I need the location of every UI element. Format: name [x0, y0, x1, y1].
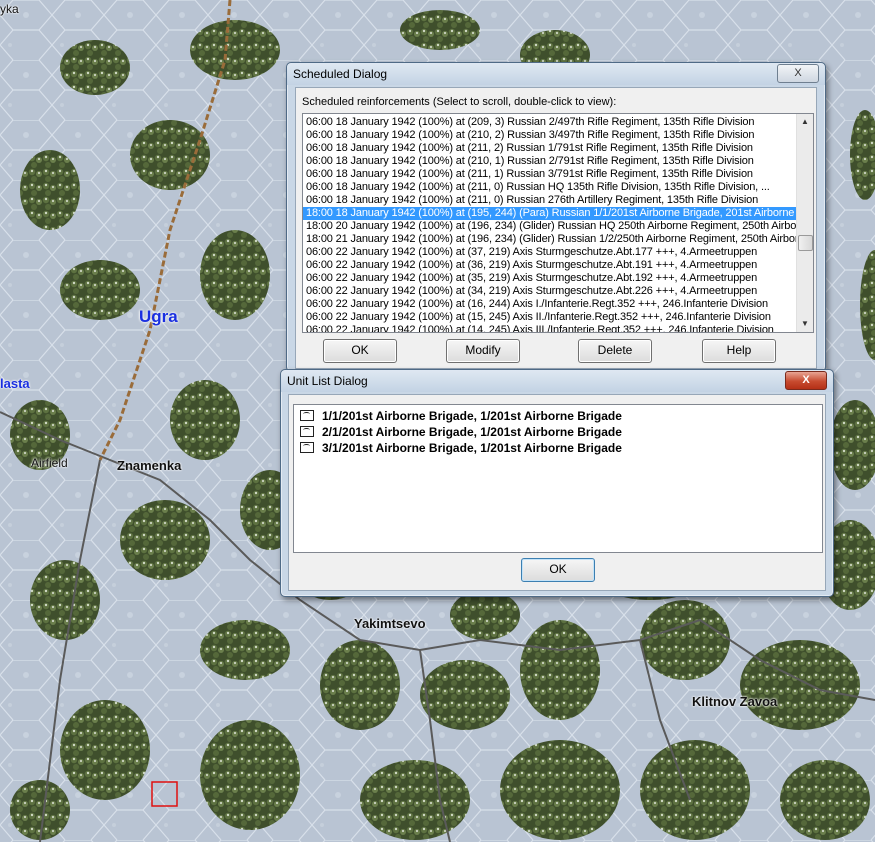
- ok-button[interactable]: OK: [323, 339, 397, 363]
- reinforcement-listbox[interactable]: 06:00 18 January 1942 (100%) at (209, 3)…: [302, 113, 814, 333]
- airborne-unit-icon: [300, 410, 314, 421]
- reinforcement-row[interactable]: 06:00 22 January 1942 (100%) at (16, 244…: [303, 298, 796, 311]
- airborne-unit-icon: [300, 426, 314, 437]
- modify-button[interactable]: Modify: [446, 339, 520, 363]
- map-label-yka: yka: [0, 2, 19, 16]
- scroll-down-icon[interactable]: ▼: [797, 316, 813, 332]
- reinforcement-row[interactable]: 06:00 22 January 1942 (100%) at (15, 245…: [303, 311, 796, 324]
- reinforcement-row[interactable]: 06:00 22 January 1942 (100%) at (14, 245…: [303, 324, 796, 332]
- reinforcement-row[interactable]: 18:00 21 January 1942 (100%) at (196, 23…: [303, 233, 799, 246]
- unit-list-client: 1/1/201st Airborne Brigade, 1/201st Airb…: [288, 394, 826, 591]
- unit-listbox[interactable]: 1/1/201st Airborne Brigade, 1/201st Airb…: [293, 404, 823, 553]
- map-label-znamenka: Znamenka: [117, 458, 182, 473]
- reinforcement-row[interactable]: 06:00 18 January 1942 (100%) at (211, 2)…: [303, 142, 796, 155]
- unit-list-item[interactable]: 2/1/201st Airborne Brigade, 1/201st Airb…: [300, 425, 622, 440]
- scroll-thumb[interactable]: [798, 235, 813, 251]
- unit-list-ok-button[interactable]: OK: [521, 558, 595, 582]
- unit-list-item[interactable]: 1/1/201st Airborne Brigade, 1/201st Airb…: [300, 409, 622, 424]
- map-label-lasta: lasta: [0, 376, 30, 391]
- reinforcement-row[interactable]: 06:00 22 January 1942 (100%) at (36, 219…: [303, 259, 796, 272]
- unit-list-dialog-titlebar[interactable]: Unit List Dialog X: [281, 370, 833, 392]
- unit-name: 1/1/201st Airborne Brigade, 1/201st Airb…: [322, 409, 622, 423]
- help-button[interactable]: Help: [702, 339, 776, 363]
- reinforcement-row[interactable]: 06:00 22 January 1942 (100%) at (34, 219…: [303, 285, 796, 298]
- reinforcement-row[interactable]: 18:00 18 January 1942 (100%) at (195, 24…: [303, 207, 805, 220]
- scheduled-dialog: Scheduled Dialog X Scheduled reinforceme…: [286, 62, 826, 372]
- reinforcement-row[interactable]: 06:00 18 January 1942 (100%) at (210, 2)…: [303, 129, 796, 142]
- airborne-unit-icon: [300, 442, 314, 453]
- close-icon[interactable]: X: [777, 64, 819, 83]
- scheduled-dialog-titlebar[interactable]: Scheduled Dialog X: [287, 63, 825, 85]
- map-label-ugra-river: Ugra: [139, 307, 178, 326]
- close-icon[interactable]: X: [785, 371, 827, 390]
- scheduled-dialog-title: Scheduled Dialog: [293, 67, 388, 81]
- listbox-scrollbar[interactable]: ▲ ▼: [796, 114, 813, 332]
- reinforcement-row[interactable]: 06:00 22 January 1942 (100%) at (35, 219…: [303, 272, 796, 285]
- reinforcement-row[interactable]: 18:00 20 January 1942 (100%) at (196, 23…: [303, 220, 806, 233]
- scroll-up-icon[interactable]: ▲: [797, 114, 813, 130]
- unit-list-dialog-title: Unit List Dialog: [287, 374, 368, 388]
- reinforcement-row[interactable]: 06:00 18 January 1942 (100%) at (211, 0)…: [303, 181, 796, 194]
- map-label-airfield: Airfield: [31, 456, 68, 470]
- unit-list-dialog: Unit List Dialog X 1/1/201st Airborne Br…: [280, 369, 834, 597]
- reinforcement-row[interactable]: 06:00 18 January 1942 (100%) at (211, 0)…: [303, 194, 796, 207]
- scheduled-dialog-client: Scheduled reinforcements (Select to scro…: [295, 87, 817, 369]
- map-label-yakimtsevo: Yakimtsevo: [354, 616, 426, 631]
- reinforcement-row[interactable]: 06:00 18 January 1942 (100%) at (210, 1)…: [303, 155, 796, 168]
- reinforcement-row[interactable]: 06:00 22 January 1942 (100%) at (37, 219…: [303, 246, 796, 259]
- reinforcement-row[interactable]: 06:00 18 January 1942 (100%) at (211, 1)…: [303, 168, 796, 181]
- delete-button[interactable]: Delete: [578, 339, 652, 363]
- map-label-klitnov-zavoa: Klitnov Zavoa: [692, 694, 778, 709]
- unit-name: 3/1/201st Airborne Brigade, 1/201st Airb…: [322, 441, 622, 455]
- scheduled-instruction: Scheduled reinforcements (Select to scro…: [302, 96, 617, 108]
- unit-list-item[interactable]: 3/1/201st Airborne Brigade, 1/201st Airb…: [300, 441, 622, 456]
- unit-name: 2/1/201st Airborne Brigade, 1/201st Airb…: [322, 425, 622, 439]
- reinforcement-row[interactable]: 06:00 18 January 1942 (100%) at (209, 3)…: [303, 116, 796, 129]
